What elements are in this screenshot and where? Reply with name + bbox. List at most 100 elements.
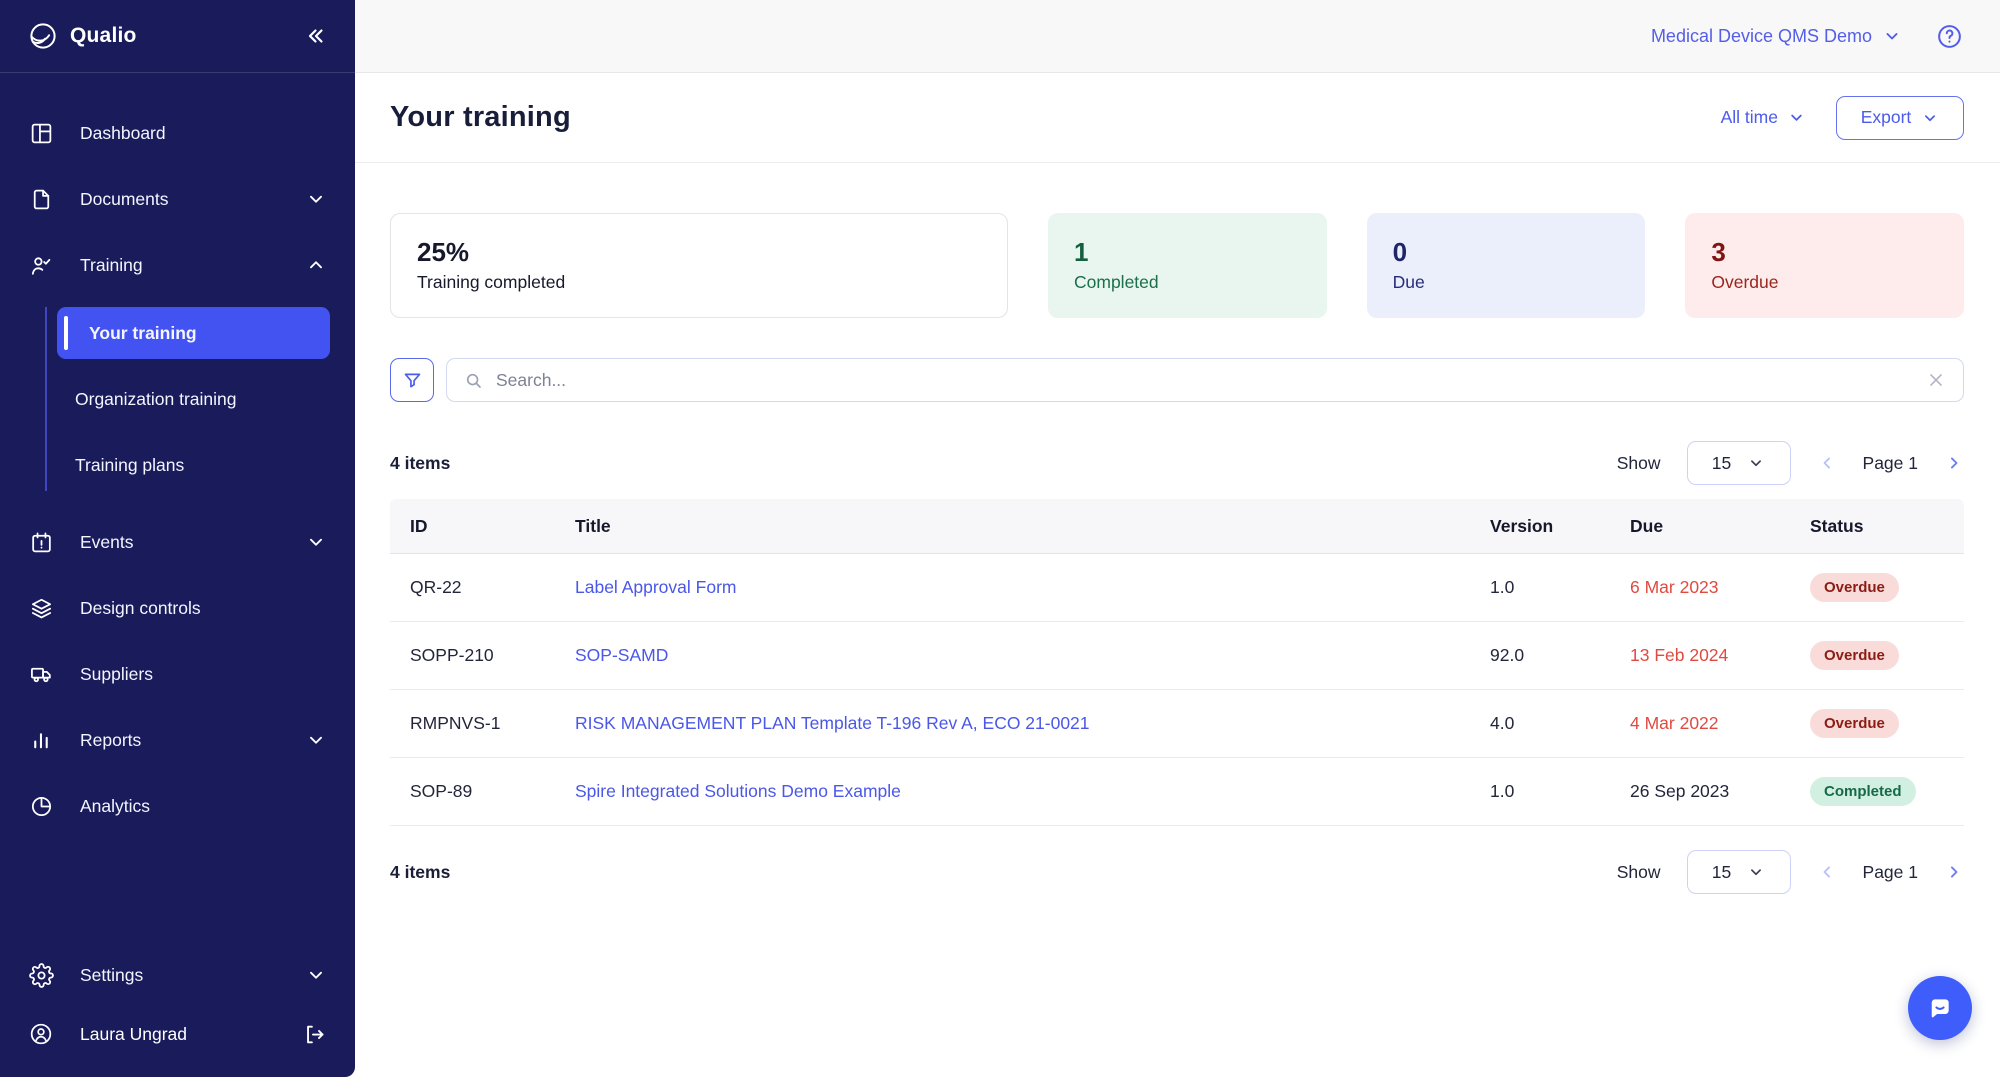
- magnifier-icon: [463, 370, 484, 391]
- chat-bubble-icon: [1931, 999, 1949, 1018]
- pagination-bottom: Show 15 Page 1: [1617, 850, 1964, 894]
- training-submenu: Your training Organization training Trai…: [45, 307, 330, 491]
- sidebar-item-settings[interactable]: Settings: [14, 951, 341, 999]
- training-table: ID Title Version Due Status QR-22 Label …: [390, 499, 1964, 826]
- sign-out-icon[interactable]: [302, 1022, 327, 1047]
- chevron-down-icon: [305, 964, 327, 986]
- sidebar-item-analytics[interactable]: Analytics: [14, 782, 341, 830]
- topbar: Medical Device QMS Demo: [355, 0, 2000, 73]
- page-size-value: 15: [1711, 452, 1732, 473]
- previous-page-button[interactable]: [1817, 862, 1837, 882]
- page-indicator: Page 1: [1862, 452, 1918, 473]
- calendar-alert-icon: [28, 530, 54, 555]
- stat-value: 1: [1074, 237, 1089, 268]
- sidebar-item-label: Settings: [80, 964, 144, 985]
- sidebar-item-design-controls[interactable]: Design controls: [14, 584, 341, 632]
- sidebar-item-training[interactable]: Training: [14, 241, 341, 289]
- stat-card-completed: 1 Completed: [1048, 213, 1327, 318]
- items-count: 4 items: [390, 861, 451, 882]
- stats-row: 25% Training completed 1 Completed 0 Due…: [390, 213, 1965, 318]
- show-label: Show: [1616, 861, 1661, 882]
- stat-label: Overdue: [1711, 272, 1779, 293]
- column-header-status: Status: [1810, 515, 1864, 536]
- gear-icon: [28, 962, 54, 988]
- status-badge: Overdue: [1810, 573, 1899, 602]
- page-size-value: 15: [1711, 861, 1732, 882]
- chat-widget-button[interactable]: [1908, 976, 1972, 1040]
- page-size-select[interactable]: 15: [1686, 441, 1791, 485]
- qualio-logo: Qualio: [28, 21, 137, 51]
- table-header: ID Title Version Due Status: [390, 499, 1964, 554]
- layers-icon: [28, 596, 54, 621]
- cell-version: 1.0: [1490, 577, 1515, 597]
- page-title: Your training: [390, 101, 571, 133]
- sidebar-item-reports[interactable]: Reports: [14, 716, 341, 764]
- stat-value: 25%: [417, 237, 470, 268]
- brand-name: Qualio: [70, 24, 137, 47]
- column-header-due: Due: [1630, 515, 1664, 536]
- cell-due: 13 Feb 2024: [1630, 645, 1729, 665]
- sidebar-item-label: Dashboard: [80, 122, 166, 143]
- status-badge: Overdue: [1810, 641, 1899, 670]
- sidebar-bottom: Settings Laura Ungrad: [0, 951, 355, 1077]
- cell-version: 92.0: [1490, 645, 1525, 665]
- sidebar-item-suppliers[interactable]: Suppliers: [14, 650, 341, 698]
- trainee-check-icon: [28, 253, 54, 278]
- filter-button[interactable]: [390, 358, 434, 402]
- export-label: Export: [1860, 107, 1912, 127]
- next-page-button[interactable]: [1944, 862, 1964, 882]
- sidebar-collapse-button[interactable]: [303, 24, 327, 48]
- status-badge: Overdue: [1810, 709, 1899, 738]
- stat-card-overdue: 3 Overdue: [1685, 213, 1965, 318]
- table-row: SOPP-210 SOP-SAMD 92.0 13 Feb 2024 Overd…: [390, 622, 1964, 690]
- export-button[interactable]: Export: [1836, 95, 1964, 140]
- question-circle-icon: [1938, 24, 1961, 48]
- sidebar-item-events[interactable]: Events: [14, 518, 341, 566]
- cell-due: 4 Mar 2022: [1630, 713, 1719, 733]
- document-link[interactable]: Label Approval Form: [575, 577, 736, 597]
- sidebar-item-training-plans[interactable]: Training plans: [57, 439, 330, 491]
- user-menu[interactable]: Laura Ungrad: [14, 1009, 341, 1059]
- cell-id: QR-22: [410, 577, 462, 597]
- sidebar-item-label: Events: [80, 531, 134, 552]
- chevron-down-icon: [1791, 114, 1802, 121]
- stat-value: 3: [1711, 237, 1726, 268]
- sidebar-item-label: Training: [80, 254, 143, 275]
- sidebar-item-documents[interactable]: Documents: [14, 175, 341, 223]
- sidebar-logo-row: Qualio: [0, 0, 355, 73]
- sidebar-item-label: Training plans: [75, 454, 185, 475]
- sidebar-item-label: Analytics: [80, 795, 151, 816]
- clear-search-icon[interactable]: [1925, 369, 1947, 391]
- table-row: RMPNVS-1 RISK MANAGEMENT PLAN Template T…: [390, 690, 1964, 758]
- column-header-version: Version: [1490, 515, 1554, 536]
- search-input[interactable]: [496, 369, 1913, 391]
- show-label: Show: [1616, 452, 1661, 473]
- column-header-title: Title: [575, 515, 611, 536]
- sidebar-item-your-training[interactable]: Your training: [57, 307, 330, 359]
- time-filter-dropdown[interactable]: All time: [1721, 107, 1806, 128]
- cell-id: RMPNVS-1: [410, 713, 501, 733]
- workspace-switcher[interactable]: Medical Device QMS Demo: [1651, 26, 1902, 47]
- sidebar-item-label: Organization training: [75, 388, 237, 409]
- table-row: SOP-89 Spire Integrated Solutions Demo E…: [390, 758, 1964, 826]
- stat-value: 0: [1392, 237, 1408, 268]
- sidebar-item-organization-training[interactable]: Organization training: [57, 373, 330, 425]
- cell-due: 6 Mar 2023: [1630, 577, 1719, 597]
- sidebar-item-dashboard[interactable]: Dashboard: [14, 109, 341, 157]
- document-link[interactable]: Spire Integrated Solutions Demo Example: [575, 781, 901, 801]
- page-size-select[interactable]: 15: [1686, 850, 1791, 894]
- workspace-name: Medical Device QMS Demo: [1650, 25, 1872, 46]
- funnel-icon: [404, 373, 420, 387]
- cell-version: 1.0: [1490, 781, 1515, 801]
- chevron-down-icon: [1751, 869, 1762, 876]
- status-badge: Completed: [1810, 777, 1916, 806]
- next-page-button[interactable]: [1944, 453, 1964, 473]
- help-button[interactable]: [1936, 23, 1963, 50]
- previous-page-button[interactable]: [1817, 453, 1837, 473]
- avatar-icon: [28, 1021, 54, 1047]
- time-filter-label: All time: [1720, 107, 1778, 127]
- document-link[interactable]: SOP-SAMD: [575, 645, 668, 665]
- document-link[interactable]: RISK MANAGEMENT PLAN Template T-196 Rev …: [575, 713, 1090, 733]
- sidebar-nav: Dashboard Documents Training Your traini…: [0, 73, 355, 951]
- truck-icon: [28, 662, 54, 687]
